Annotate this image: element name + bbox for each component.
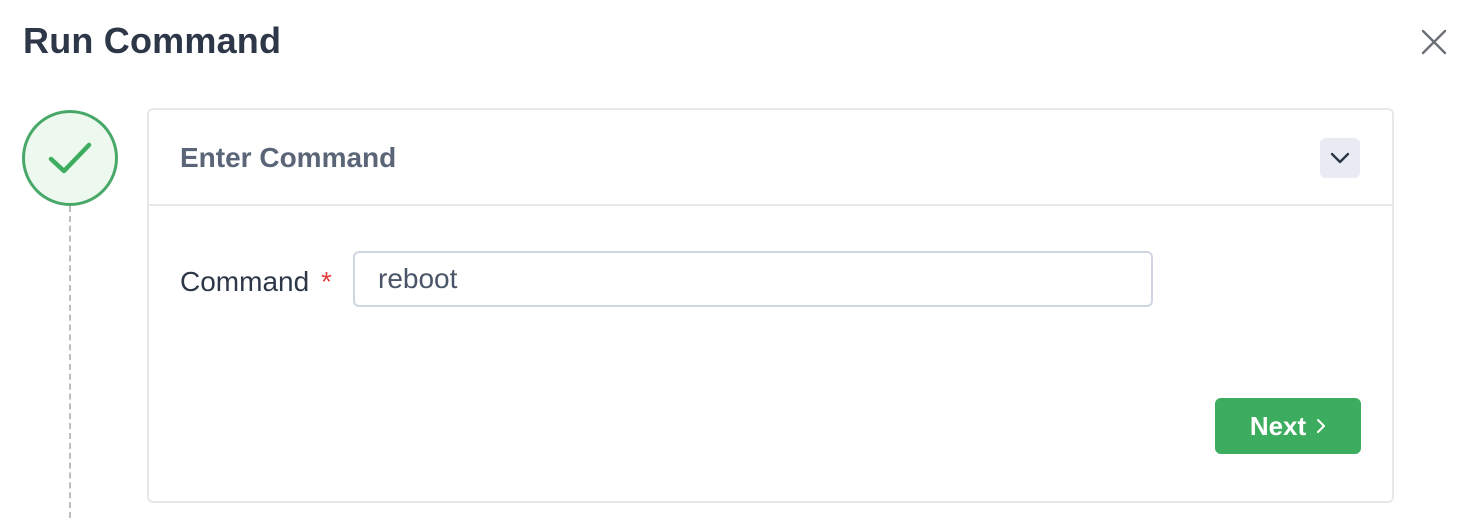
- step-card: Enter Command Command * Next: [147, 108, 1394, 503]
- chevron-down-icon: [1330, 152, 1350, 164]
- step-complete-indicator: [22, 110, 118, 206]
- chevron-right-icon: [1317, 419, 1326, 433]
- command-label: Command: [180, 266, 310, 297]
- step-card-title: Enter Command: [180, 142, 397, 173]
- command-input[interactable]: [353, 251, 1153, 307]
- close-button[interactable]: [1418, 26, 1450, 58]
- checkmark-icon: [48, 142, 92, 174]
- step-connector-line: [69, 206, 71, 518]
- collapse-button[interactable]: [1320, 138, 1360, 178]
- dialog-title: Run Command: [23, 20, 282, 61]
- next-button-label: Next: [1249, 410, 1307, 441]
- step-card-header: Enter Command: [149, 110, 1392, 206]
- required-marker: *: [321, 266, 332, 297]
- run-command-dialog: Run Command Enter Command Command * Next: [0, 0, 1462, 518]
- close-icon: [1421, 29, 1447, 55]
- next-button[interactable]: Next: [1215, 398, 1361, 454]
